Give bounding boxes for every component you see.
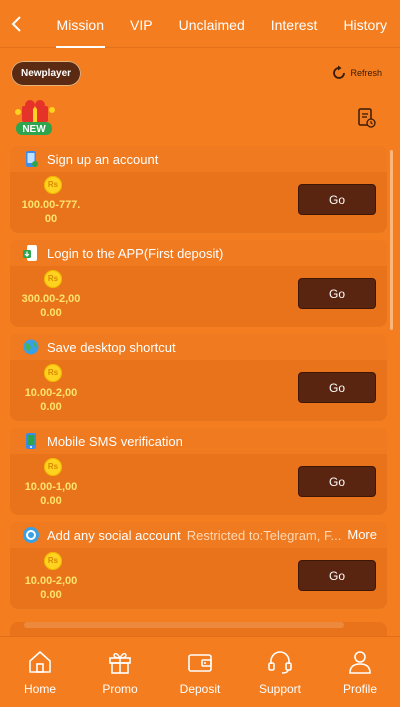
newplayer-badge[interactable]: Newplayer xyxy=(11,61,82,86)
task-amount: 100.00-777. 00 xyxy=(16,198,86,226)
task-restriction: Restricted to:Telegram, F... xyxy=(186,527,342,543)
task-card-partial xyxy=(10,622,387,636)
amount-line-2: 0.00 xyxy=(40,495,62,507)
back-arrow-icon[interactable] xyxy=(0,0,34,48)
tab-interest[interactable]: Interest xyxy=(258,0,331,48)
globe-icon xyxy=(23,339,39,355)
coin-icon: Rs xyxy=(44,458,62,476)
task-title: Sign up an account xyxy=(47,151,159,167)
nav-label: Deposit xyxy=(179,682,221,696)
task-amount: 10.00-2,00 0.00 xyxy=(16,574,86,602)
tab-mission[interactable]: Mission xyxy=(34,0,117,48)
new-badge-text: NEW xyxy=(22,124,46,135)
go-button[interactable]: Go xyxy=(298,466,376,497)
amount-line-1: 100.00-777. xyxy=(21,199,81,211)
amount-line-1: 10.00-2,00 xyxy=(24,387,78,399)
task-card: Mobile SMS verification Rs 10.00-1,00 0.… xyxy=(10,428,387,514)
home-icon xyxy=(29,651,51,673)
amount-line-1: 10.00-2,00 xyxy=(24,575,78,587)
task-card: Add any social account Restricted to:Tel… xyxy=(10,522,387,608)
amount-line-2: 0.00 xyxy=(40,401,62,413)
app-download-icon xyxy=(23,245,37,261)
top-bar: Mission VIP Unclaimed Interest History xyxy=(0,0,400,48)
nav-home[interactable]: Home xyxy=(5,648,75,696)
task-card: Login to the APP(First deposit) Rs 300.0… xyxy=(10,240,387,326)
task-title: Save desktop shortcut xyxy=(47,339,176,355)
task-title: Login to the APP(First deposit) xyxy=(47,245,224,261)
coin-icon: Rs xyxy=(44,364,62,382)
task-title: Add any social account xyxy=(47,527,181,543)
tab-unclaimed[interactable]: Unclaimed xyxy=(166,0,258,48)
refresh-button[interactable]: Refresh xyxy=(331,65,382,81)
tab-history[interactable]: History xyxy=(330,0,400,48)
bottom-nav: Home Promo Deposit Support Profile xyxy=(0,636,400,707)
task-card: Save desktop shortcut Rs 10.00-2,00 0.00… xyxy=(10,334,387,420)
amount-line-2: 00 xyxy=(44,213,58,225)
amount-line-1: 300.00-2,00 xyxy=(21,293,81,305)
more-link[interactable]: More xyxy=(347,527,377,542)
task-list[interactable]: Sign up an account Rs 100.00-777. 00 Go … xyxy=(10,146,387,636)
nav-label: Support xyxy=(258,682,302,696)
task-card: Sign up an account Rs 100.00-777. 00 Go xyxy=(10,146,387,232)
amount-line-2: 0.00 xyxy=(40,589,62,601)
gift-icon xyxy=(109,652,131,674)
user-icon xyxy=(349,651,371,674)
go-button[interactable]: Go xyxy=(298,372,376,403)
nav-profile[interactable]: Profile xyxy=(325,648,395,696)
nav-support[interactable]: Support xyxy=(245,648,315,696)
amount-line-1: 10.00-1,00 xyxy=(24,481,78,493)
task-amount: 10.00-1,00 0.00 xyxy=(16,480,86,508)
coin-icon: Rs xyxy=(44,176,62,194)
sms-phone-icon xyxy=(26,433,36,449)
new-gift-icon: NEW xyxy=(12,98,60,138)
nav-promo[interactable]: Promo xyxy=(85,648,155,696)
record-doc-icon[interactable] xyxy=(358,108,376,128)
tab-vip[interactable]: VIP xyxy=(117,0,166,48)
task-amount: 300.00-2,00 0.00 xyxy=(16,292,86,320)
task-header: Login to the APP(First deposit) xyxy=(10,240,387,266)
nav-deposit[interactable]: Deposit xyxy=(165,648,235,696)
refresh-icon xyxy=(333,65,346,79)
phone-icon xyxy=(26,151,38,167)
coin-icon: Rs xyxy=(44,270,62,288)
amount-line-2: 0.00 xyxy=(40,307,62,319)
refresh-label: Refresh xyxy=(350,68,382,78)
headset-icon xyxy=(268,651,292,674)
social-icon xyxy=(23,527,39,543)
nav-label: Home xyxy=(23,682,56,696)
task-title: Mobile SMS verification xyxy=(47,433,183,449)
nav-label: Profile xyxy=(342,682,377,696)
scrollbar[interactable] xyxy=(390,150,393,330)
go-button[interactable]: Go xyxy=(298,560,376,591)
task-header: Sign up an account xyxy=(10,146,387,172)
task-header: Add any social account Restricted to:Tel… xyxy=(10,522,387,548)
coin-icon: Rs xyxy=(44,552,62,570)
task-header: Mobile SMS verification xyxy=(10,428,387,454)
task-amount: 10.00-2,00 0.00 xyxy=(16,386,86,414)
nav-label: Promo xyxy=(102,682,138,696)
partial-placeholder xyxy=(24,622,344,628)
task-header: Save desktop shortcut xyxy=(10,334,387,360)
tab-bar: Mission VIP Unclaimed Interest History xyxy=(34,0,400,48)
go-button[interactable]: Go xyxy=(298,184,376,215)
go-button[interactable]: Go xyxy=(298,278,376,309)
wallet-icon xyxy=(188,654,212,672)
